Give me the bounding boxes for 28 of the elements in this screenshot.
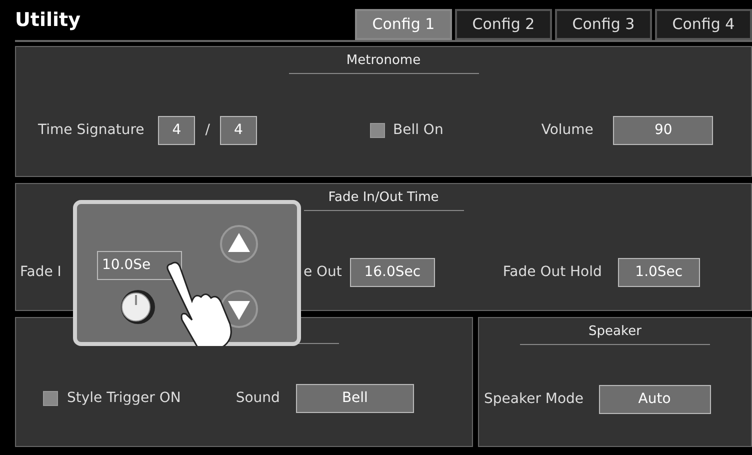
field-label: Fade I: [20, 262, 62, 282]
value-field[interactable]: 4: [220, 116, 257, 144]
value-field[interactable]: 1.0Sec: [618, 258, 700, 286]
tab[interactable]: Config 4: [655, 9, 752, 40]
separator: /: [205, 120, 210, 140]
value-field[interactable]: 16.0Sec: [350, 258, 435, 286]
checkbox-label: Bell On: [392, 120, 444, 140]
value-field[interactable]: 90: [613, 116, 714, 144]
tab[interactable]: Config 3: [555, 9, 652, 40]
field-label: Fade Out Hold: [502, 262, 602, 282]
tab[interactable]: Config 2: [455, 9, 552, 40]
section-title: Fade In/Out Time: [328, 190, 439, 205]
value-field[interactable]: 4: [158, 116, 196, 144]
field-label: Speaker Mode: [484, 390, 584, 408]
screen-title: Utility: [15, 8, 81, 33]
checkbox-label: Style Trigger ON: [67, 389, 181, 408]
field-label: e Out: [303, 262, 342, 282]
checkbox[interactable]: [370, 122, 385, 138]
section-title: Speaker: [588, 324, 642, 339]
field-label: Volume: [541, 120, 594, 140]
checkbox[interactable]: [43, 391, 58, 406]
dropdown[interactable]: Auto: [598, 384, 711, 414]
section-title: Metronome: [346, 53, 421, 68]
dropdown[interactable]: Bell: [296, 384, 414, 413]
field-label: Time Signature: [38, 120, 144, 140]
tab[interactable]: Config 1: [355, 9, 452, 40]
field-label: Sound: [236, 389, 280, 408]
knob-icon[interactable]: [119, 288, 157, 326]
